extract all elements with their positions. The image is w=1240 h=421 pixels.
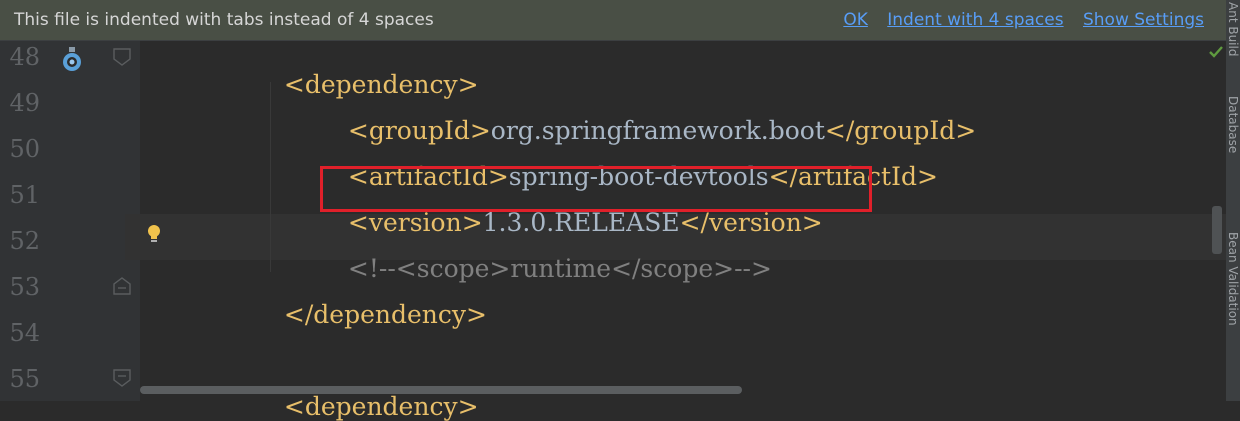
bean-validation-tab[interactable]: Bean Validation [1226, 232, 1240, 326]
override-marker-icon[interactable] [61, 47, 83, 73]
ok-link[interactable]: OK [843, 10, 868, 30]
line-number: 49 [9, 89, 40, 117]
notification-banner: This file is indented with tabs instead … [0, 0, 1226, 41]
indent-with-spaces-link[interactable]: Indent with 4 spaces [887, 10, 1063, 30]
right-tool-strip: Ant Build Database Bean Validation [1226, 0, 1240, 401]
fold-marker-icon[interactable] [112, 47, 132, 67]
line-number: 48 [9, 43, 40, 71]
show-settings-link[interactable]: Show Settings [1083, 10, 1204, 30]
xml-tag: <dependency> [283, 392, 479, 421]
vertical-scrollbar[interactable] [1212, 206, 1222, 254]
annotation-highlight-box [320, 166, 872, 212]
line-number: 52 [9, 227, 40, 255]
banner-actions: OK Indent with 4 spaces Show Settings [829, 10, 1204, 30]
line-number: 51 [9, 181, 40, 209]
banner-message: This file is indented with tabs instead … [14, 10, 434, 30]
database-tab[interactable]: Database [1226, 96, 1240, 153]
line-number: 53 [9, 273, 40, 301]
fold-marker-icon[interactable] [112, 276, 132, 296]
editor-gutter[interactable]: 48 49 50 51 52 53 54 55 [0, 41, 140, 401]
xml-tag: </dependency> [283, 300, 487, 329]
code-line-53: </dependency> [268, 271, 487, 329]
lightbulb-icon[interactable] [146, 224, 162, 244]
fold-marker-icon[interactable] [112, 368, 132, 388]
check-icon[interactable] [1208, 44, 1224, 60]
ant-build-tab[interactable]: Ant Build [1226, 2, 1240, 56]
line-number: 55 [9, 365, 40, 393]
indent-guide [270, 82, 271, 272]
line-number: 54 [9, 319, 40, 347]
line-number: 50 [9, 135, 40, 163]
horizontal-scrollbar[interactable] [140, 386, 742, 394]
